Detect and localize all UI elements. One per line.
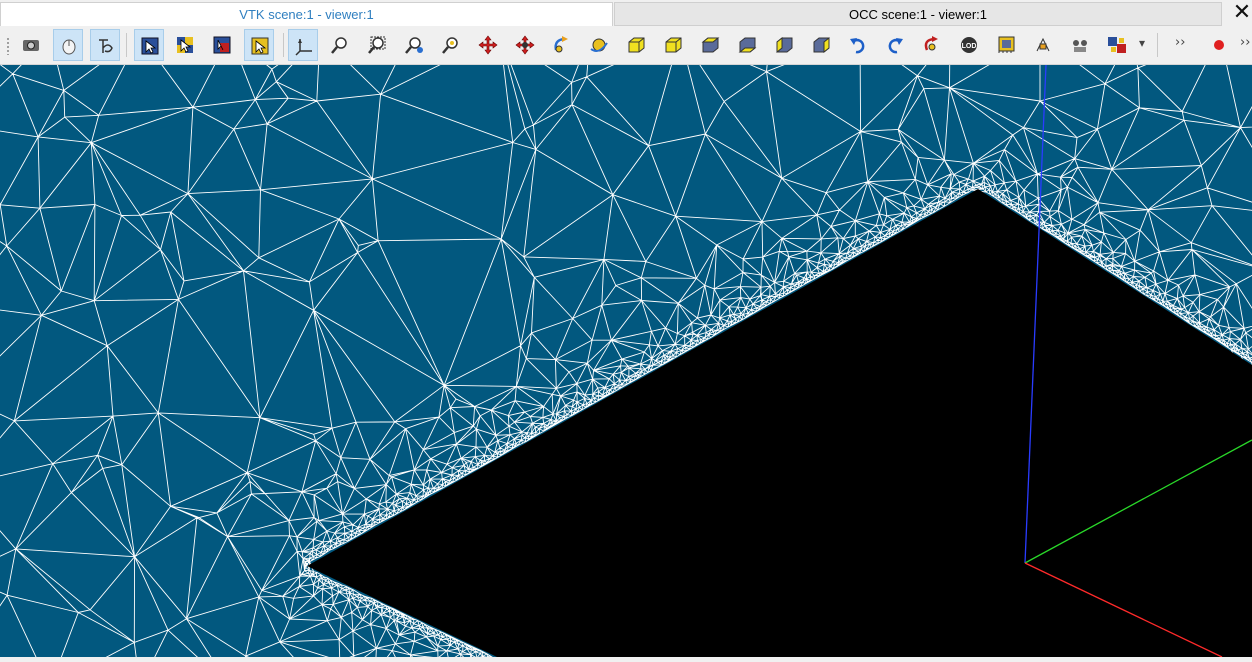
- tab-occ-scene[interactable]: OCC scene:1 - viewer:1: [614, 2, 1222, 26]
- view-left-button[interactable]: [769, 29, 799, 61]
- stereo-button[interactable]: [1065, 29, 1095, 61]
- rotate-anticlockwise-button[interactable]: [843, 29, 873, 61]
- view-top-button[interactable]: [695, 29, 725, 61]
- dropdown-arrow-icon[interactable]: ▾: [1139, 36, 1145, 50]
- pan-icon: [478, 35, 498, 55]
- record-icon: [1214, 40, 1224, 50]
- tab-vtk-scene[interactable]: VTK scene:1 - viewer:1: [0, 2, 613, 26]
- toolbar-overflow-button[interactable]: ››: [1175, 35, 1185, 50]
- svg-text:LOD: LOD: [962, 43, 977, 50]
- view-bottom-icon: [738, 37, 757, 53]
- reset-view-icon: [924, 36, 938, 51]
- fit-all-button[interactable]: [325, 29, 355, 61]
- selection-rectangle-button[interactable]: [134, 29, 164, 61]
- toolbar-grip[interactable]: [6, 37, 10, 55]
- select-mode-button[interactable]: [244, 29, 274, 61]
- rotate-icon: [554, 36, 568, 53]
- zoom-icon: [442, 37, 458, 54]
- selection-circle-button[interactable]: [207, 29, 237, 61]
- mouse-interaction-style-button[interactable]: [53, 29, 83, 61]
- record-button[interactable]: [1204, 29, 1234, 61]
- view-front-button[interactable]: [621, 29, 651, 61]
- selection-rectangle-icon: [141, 37, 159, 55]
- graduated-axes-button[interactable]: [991, 29, 1021, 61]
- rotate-button[interactable]: [547, 29, 577, 61]
- projection-mode-button[interactable]: [1102, 29, 1132, 61]
- trihedron-icon: [295, 39, 312, 56]
- mesh-scene[interactable]: [0, 34, 1252, 662]
- lod-icon: LOD: [961, 37, 977, 53]
- rotate-clockwise-button[interactable]: [880, 29, 910, 61]
- projection-mode-icon: [1108, 37, 1126, 53]
- vtk-3d-viewport[interactable]: [0, 34, 1252, 662]
- zoom-button[interactable]: [436, 29, 466, 61]
- view-bottom-button[interactable]: [732, 29, 762, 61]
- toolbar-separator: [126, 33, 127, 57]
- keyboard-free-interaction-button[interactable]: [90, 29, 120, 61]
- viewer-tab-bar: VTK scene:1 - viewer:1 OCC scene:1 - vie…: [0, 0, 1252, 26]
- view-right-button[interactable]: [806, 29, 836, 61]
- dump-view-button[interactable]: [16, 29, 46, 61]
- global-pan-icon: [515, 35, 535, 55]
- reset-view-button[interactable]: [917, 29, 947, 61]
- rotation-point-icon: [590, 38, 608, 52]
- fit-all-icon: [331, 37, 347, 54]
- perspective-button[interactable]: [1028, 29, 1058, 61]
- view-right-icon: [813, 36, 830, 54]
- perspective-icon: [1036, 37, 1050, 52]
- fit-selection-icon: [405, 37, 423, 54]
- selection-circle-icon: [213, 36, 231, 54]
- selection-polygon-button[interactable]: [170, 29, 200, 61]
- dump-view-icon: [23, 40, 39, 51]
- view-top-icon: [701, 37, 720, 53]
- view-back-icon: [665, 37, 682, 53]
- fit-area-icon: [368, 36, 386, 54]
- toolbar-separator: [283, 33, 284, 57]
- view-left-icon: [776, 36, 793, 54]
- rotate-clockwise-icon: [888, 38, 903, 54]
- select-mode-icon: [251, 37, 269, 55]
- close-view-icon[interactable]: ✕: [1232, 1, 1252, 25]
- view-front-icon: [628, 37, 645, 53]
- mouse-interaction-style-icon: [62, 39, 76, 55]
- trihedron-button[interactable]: [288, 29, 318, 61]
- rotate-anticlockwise-icon: [850, 38, 865, 54]
- fit-selection-button[interactable]: [399, 29, 429, 61]
- graduated-axes-icon: [998, 36, 1015, 53]
- stereo-icon: [1073, 40, 1087, 52]
- toolbar-overflow-button-right[interactable]: ››: [1240, 35, 1250, 50]
- toolbar-separator: [1157, 33, 1158, 57]
- view-toolbar: LOD ▾ ›› ››: [0, 26, 1252, 65]
- selection-polygon-icon: [177, 37, 193, 53]
- keyboard-free-interaction-icon: [99, 39, 113, 53]
- view-back-button[interactable]: [658, 29, 688, 61]
- global-pan-button[interactable]: [510, 29, 540, 61]
- pan-button[interactable]: [473, 29, 503, 61]
- fit-area-button[interactable]: [362, 29, 392, 61]
- lod-button[interactable]: LOD: [954, 29, 984, 61]
- rotation-point-button[interactable]: [584, 29, 614, 61]
